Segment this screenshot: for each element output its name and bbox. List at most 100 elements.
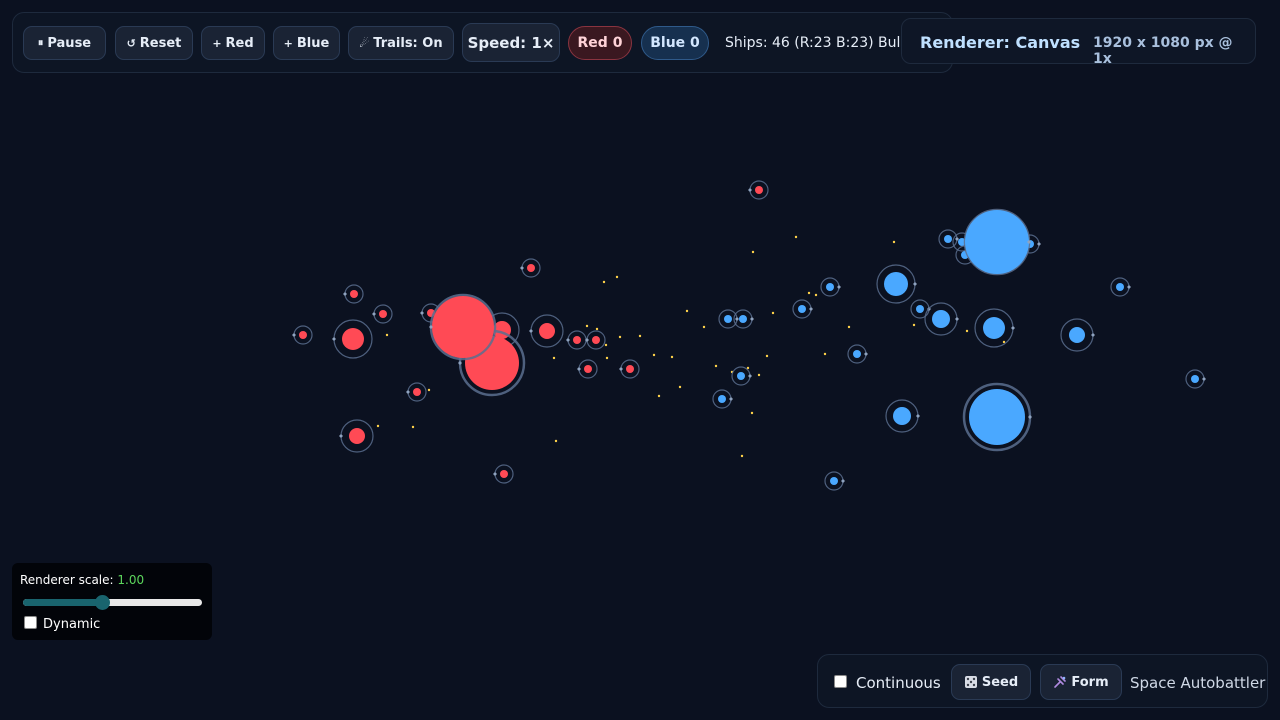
blue-ship [1185,369,1206,389]
blue-ship [924,302,959,336]
continuous-label: Continuous [856,674,941,692]
bullet [750,411,754,415]
red-ship [529,314,564,348]
reset-label: Reset [139,35,182,51]
formation-icon [1054,676,1067,688]
slider-fill [23,599,102,606]
blue-ship [885,399,920,433]
bullet [740,454,744,458]
bullet [847,325,851,329]
bottom-controls: Continuous Seed Form Space Autobattler [817,654,1268,708]
plus-icon: + [212,36,222,50]
blue-ship [974,308,1015,348]
pause-button[interactable]: ⏸ Pause [23,26,106,60]
bullet [807,291,811,295]
bullet [751,250,755,254]
red-ship [429,293,497,361]
bullet [702,325,706,329]
red-ship [339,419,374,453]
bullet [771,311,775,315]
renderer-scale-slider[interactable] [23,599,202,606]
blue-score-badge: Blue 0 [641,26,709,60]
app-title: Space Autobattler [1130,674,1266,692]
pause-icon: ⏸ [37,36,44,49]
dynamic-checkbox[interactable] [24,616,37,629]
comet-icon: ☄ [359,36,370,50]
reset-icon: ↺ [126,36,136,50]
blue-ship [847,344,868,364]
bullet [552,356,556,360]
blue-ship [824,471,845,491]
dynamic-label: Dynamic [43,617,101,632]
trails-label: Trails: On [373,35,443,51]
bullet [554,439,558,443]
continuous-checkbox[interactable] [834,675,847,688]
red-score-badge: Red 0 [568,26,632,60]
bullet [823,352,827,356]
blue-ship [792,299,813,319]
bullet [638,334,642,338]
blue-ship [938,229,959,249]
bullet [602,280,606,284]
blue-ship [876,264,917,304]
add-blue-button[interactable]: + Blue [273,26,340,60]
bullet [814,293,818,297]
bullet [657,394,661,398]
dice-icon [964,676,977,688]
seed-button[interactable]: Seed [951,664,1031,700]
bullet [765,354,769,358]
red-ship [619,359,640,379]
red-ship [566,330,587,350]
renderer-scale-label: Renderer scale: 1.00 [20,573,144,587]
blue-ship [1110,277,1131,297]
bullet [652,353,656,357]
bullet [604,343,608,347]
red-ship [343,284,364,304]
game-stage: ⏸ Pause ↺ Reset + Red + Blue ☄ Trails: O… [0,0,1280,720]
blue-ship [820,277,841,297]
red-ship [748,180,769,200]
bullet [585,324,589,328]
bullet [411,425,415,429]
bullet [965,329,969,333]
red-ship [577,359,598,379]
bullet [1002,340,1006,344]
blue-ship [963,208,1031,276]
blue-ship [962,382,1032,452]
bullet [605,356,609,360]
form-button[interactable]: Form [1040,664,1122,700]
form-label: Form [1071,674,1109,690]
red-ship [520,258,541,278]
pause-label: Pause [47,35,92,51]
bullet [618,335,622,339]
bullet [714,364,718,368]
red-ship [585,330,606,350]
red-ship [372,304,393,324]
renderer-resolution: 1920 x 1080 px @ 1x [1093,35,1233,67]
add-red-label: Red [225,35,254,51]
scale-label-text: Renderer scale: [20,573,114,587]
ship-count-status: Ships: 46 (R:23 B:23) Bullets: [725,35,925,51]
bullet [678,385,682,389]
renderer-scale-panel: Renderer scale: 1.00 Dynamic [12,563,212,640]
speed-button[interactable]: Speed: 1× [462,23,560,62]
red-ship [493,464,514,484]
blue-ship [731,366,752,386]
renderer-name: Renderer: Canvas [920,33,1081,52]
add-red-button[interactable]: + Red [201,26,265,60]
red-ship [292,325,313,345]
bullet [595,327,599,331]
bullet [892,240,896,244]
blue-ship [1060,318,1095,352]
bullet [385,333,389,337]
blue-ship [712,389,733,409]
trails-toggle-button[interactable]: ☄ Trails: On [348,26,454,60]
bullet [615,275,619,279]
bullet [757,373,761,377]
bullet [794,235,798,239]
bullet [376,424,380,428]
reset-button[interactable]: ↺ Reset [115,26,193,60]
add-blue-label: Blue [296,35,330,51]
slider-thumb[interactable] [94,595,110,610]
bullet [427,388,431,392]
